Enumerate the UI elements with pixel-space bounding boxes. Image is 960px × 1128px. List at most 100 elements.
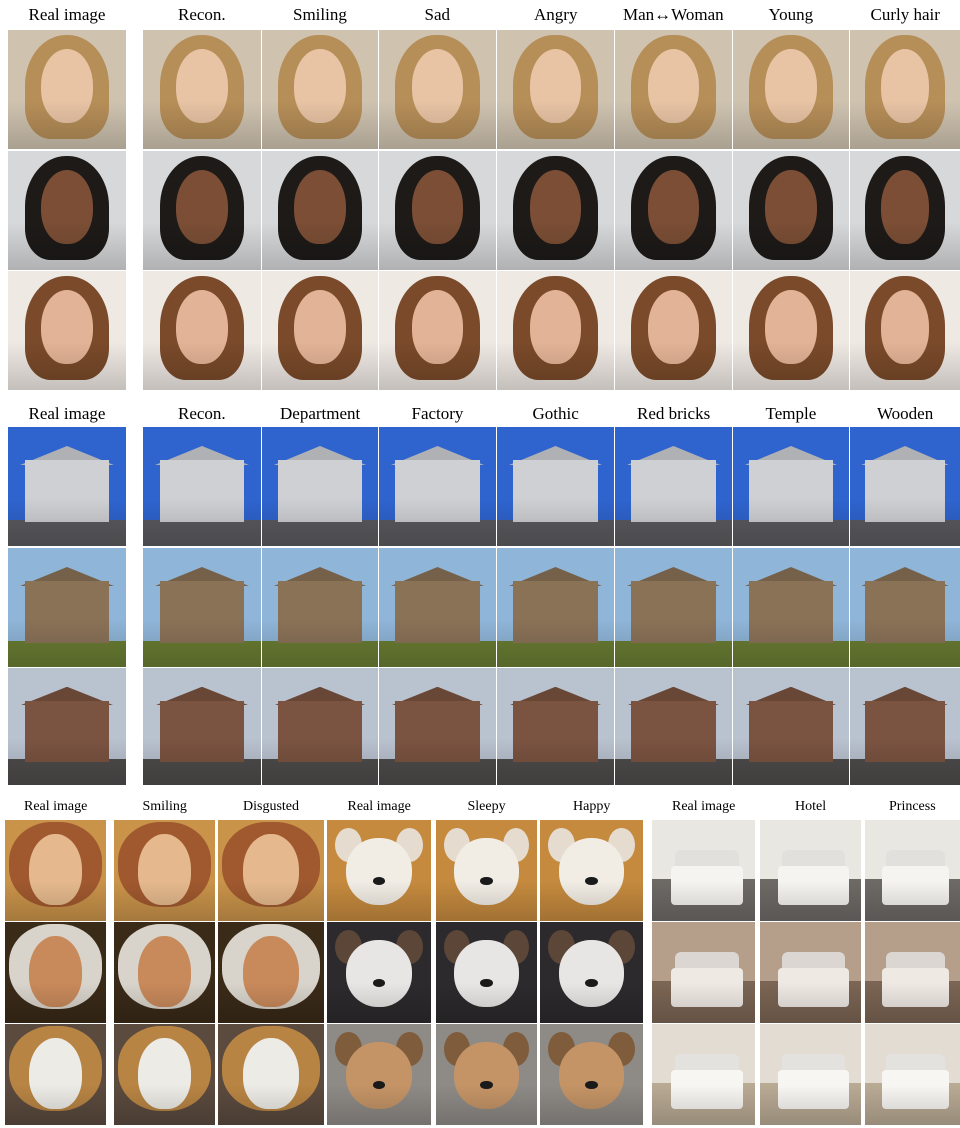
face-image-r2-c5 (615, 271, 732, 390)
bedrooms-image-r1-c1 (760, 922, 861, 1023)
bedrooms-image-r0-c2 (865, 820, 960, 921)
art-image-r1-c2 (218, 922, 324, 1023)
face-col-header: Smiling (293, 5, 347, 24)
church-col-header: Recon. (178, 404, 226, 423)
art-col-header: Smiling (142, 799, 187, 814)
dogs-image-r1-c1 (436, 922, 537, 1023)
church-image-r1-c2 (262, 548, 378, 667)
church-image-r1-c3 (379, 548, 496, 667)
church-image-r1-c7 (850, 548, 960, 667)
church-image-r2-c2 (262, 668, 378, 785)
dogs-col-header: Happy (573, 799, 611, 814)
face-image-r0-c2 (262, 30, 378, 149)
church-image-r1-c5 (615, 548, 732, 667)
bedrooms-image-r2-c2 (865, 1024, 960, 1125)
face-col-header: Young (768, 5, 814, 24)
art-image-r1-c0 (5, 922, 106, 1023)
face-image-r2-c4 (497, 271, 614, 390)
face-image-r1-c6 (733, 151, 849, 270)
art-image-r0-c2 (218, 820, 324, 921)
church-image-r2-c6 (733, 668, 849, 785)
art-image-r2-c0 (5, 1024, 106, 1125)
art-image-r1-c1 (114, 922, 215, 1023)
face-image-r2-c2 (262, 271, 378, 390)
face-image-r2-c1 (143, 271, 261, 390)
face-image-r2-c0 (8, 271, 126, 390)
face-image-r0-c1 (143, 30, 261, 149)
dogs-image-r2-c0 (327, 1024, 431, 1125)
church-image-r1-c0 (8, 548, 126, 667)
face-image-r1-c0 (8, 151, 126, 270)
church-image-r1-c1 (143, 548, 261, 667)
dogs-image-r2-c1 (436, 1024, 537, 1125)
bedrooms-image-r2-c1 (760, 1024, 861, 1125)
face-col-header: Curly hair (870, 5, 940, 24)
face-image-r0-c5 (615, 30, 732, 149)
church-col-header: Department (280, 404, 361, 423)
church-image-r1-c6 (733, 548, 849, 667)
church-image-r2-c5 (615, 668, 732, 785)
face-col-header: Recon. (178, 5, 226, 24)
church-image-r1-c4 (497, 548, 614, 667)
face-image-r0-c0 (8, 30, 126, 149)
church-image-r0-c5 (615, 427, 732, 546)
church-image-r0-c7 (850, 427, 960, 546)
dogs-image-r1-c2 (540, 922, 643, 1023)
bedrooms-image-r1-c0 (652, 922, 755, 1023)
dogs-image-r1-c0 (327, 922, 431, 1023)
dogs-image-r0-c1 (436, 820, 537, 921)
church-image-r0-c4 (497, 427, 614, 546)
face-image-r1-c7 (850, 151, 960, 270)
face-image-r0-c7 (850, 30, 960, 149)
face-image-r0-c6 (733, 30, 849, 149)
church-image-r0-c3 (379, 427, 496, 546)
church-image-r2-c0 (8, 668, 126, 785)
art-image-r0-c0 (5, 820, 106, 921)
bedrooms-col-header: Princess (889, 799, 936, 814)
bedrooms-image-r1-c2 (865, 922, 960, 1023)
church-col-header: Red bricks (637, 404, 711, 423)
dogs-image-r2-c2 (540, 1024, 643, 1125)
face-image-r2-c3 (379, 271, 496, 390)
face-image-r2-c6 (733, 271, 849, 390)
church-image-r0-c2 (262, 427, 378, 546)
church-col-header: Temple (765, 404, 817, 423)
face-image-r1-c4 (497, 151, 614, 270)
art-image-r0-c1 (114, 820, 215, 921)
face-col-header: Real image (28, 5, 106, 24)
church-image-r2-c7 (850, 668, 960, 785)
art-col-header: Disgusted (243, 799, 299, 814)
dogs-col-header: Real image (347, 799, 411, 814)
church-col-header: Real image (28, 404, 106, 423)
church-col-header: Wooden (877, 404, 934, 423)
church-image-r0-c6 (733, 427, 849, 546)
face-col-header: Man↔Woman (623, 5, 724, 24)
face-image-r2-c7 (850, 271, 960, 390)
church-image-r2-c3 (379, 668, 496, 785)
bedrooms-image-r0-c0 (652, 820, 755, 921)
church-image-r0-c0 (8, 427, 126, 546)
art-image-r2-c1 (114, 1024, 215, 1125)
face-col-header: Angry (534, 5, 578, 24)
church-image-r2-c1 (143, 668, 261, 785)
face-image-r0-c4 (497, 30, 614, 149)
church-col-header: Gothic (532, 404, 579, 423)
figure: Real image Recon. Smiling Sad Angry Man↔Woman… (0, 0, 960, 1128)
art-image-r2-c2 (218, 1024, 324, 1125)
church-image-r0-c1 (143, 427, 261, 546)
bedrooms-col-header: Real image (672, 799, 736, 814)
bedrooms-image-r0-c1 (760, 820, 861, 921)
face-image-r1-c3 (379, 151, 496, 270)
dogs-image-r0-c2 (540, 820, 643, 921)
dogs-col-header: Sleepy (467, 799, 506, 814)
dogs-image-r0-c0 (327, 820, 431, 921)
face-image-r0-c3 (379, 30, 496, 149)
face-col-header: Sad (424, 5, 451, 24)
art-col-header: Real image (24, 799, 88, 814)
face-image-r1-c1 (143, 151, 261, 270)
face-image-r1-c5 (615, 151, 732, 270)
church-col-header: Factory (411, 404, 464, 423)
face-image-r1-c2 (262, 151, 378, 270)
bedrooms-image-r2-c0 (652, 1024, 755, 1125)
bedrooms-col-header: Hotel (795, 799, 827, 814)
